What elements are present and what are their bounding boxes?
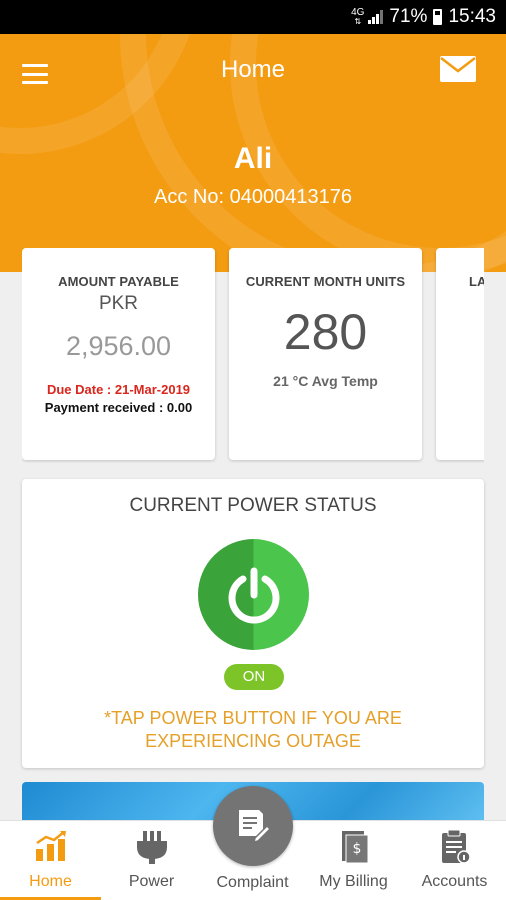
bill-icon: $ [338, 829, 370, 870]
nav-label: Complaint [216, 874, 289, 891]
power-button[interactable] [198, 539, 309, 650]
nav-label: Accounts [421, 873, 488, 890]
summary-cards-carousel[interactable]: AMOUNT PAYABLE PKR 2,956.00 Due Date : 2… [22, 248, 484, 463]
currency-label: PKR [98, 293, 139, 314]
svg-text:$: $ [352, 841, 361, 857]
current-month-units-card[interactable]: CURRENT MONTH UNITS 280 21 °C Avg Temp [229, 248, 422, 460]
amount-payable-card[interactable]: AMOUNT PAYABLE PKR 2,956.00 Due Date : 2… [22, 248, 215, 460]
battery-icon [433, 9, 443, 25]
card-title: CURRENT MONTH UNITS [245, 274, 406, 289]
outage-instruction: *TAP POWER BUTTON IF YOU ARE EXPERIENCIN… [104, 708, 402, 751]
account-number: Acc No: 04000413176 [154, 186, 352, 208]
power-state-badge: ON [224, 664, 284, 690]
nav-label: Home [29, 873, 72, 890]
clock: 15:43 [448, 6, 496, 27]
mail-icon[interactable] [440, 56, 476, 87]
power-status-card: CURRENT POWER STATUS ON *TAP POWER BUTTO… [22, 479, 484, 768]
power-icon [228, 567, 279, 624]
page-title: Home [220, 56, 286, 83]
nav-label: Power [128, 873, 175, 890]
network-type: 4G [351, 7, 365, 18]
bar-chart-icon [34, 829, 68, 868]
battery-percent: 71% [389, 6, 428, 27]
plug-icon [135, 829, 169, 870]
nav-home[interactable]: Home [0, 821, 101, 900]
payment-received: Payment received : 0.00 [44, 400, 193, 415]
signal-icon [368, 10, 384, 24]
nav-my-billing[interactable]: $ My Billing [303, 821, 404, 900]
accounts-clipboard-icon [438, 829, 472, 870]
status-bar: 4G ⇅ 71% 15:43 [0, 0, 506, 34]
partial-card[interactable]: LA [436, 248, 484, 460]
amount-value: 2,956.00 [65, 331, 172, 361]
card-title: AMOUNT PAYABLE [58, 274, 179, 289]
user-name: Ali [233, 142, 273, 175]
complaint-button[interactable] [213, 786, 293, 866]
card-title: LA [469, 274, 484, 289]
nav-label: My Billing [319, 873, 388, 890]
header: Home Ali Acc No: 04000413176 [0, 34, 506, 272]
nav-accounts[interactable]: Accounts [404, 821, 505, 900]
due-date: Due Date : 21-Mar-2019 [46, 382, 191, 397]
nav-power[interactable]: Power [101, 821, 202, 900]
power-status-title: CURRENT POWER STATUS [129, 495, 377, 516]
network-indicator: 4G ⇅ [351, 7, 365, 27]
units-value: 280 [283, 304, 368, 360]
complaint-edit-icon [239, 810, 272, 844]
avg-temperature: 21 °C Avg Temp [273, 373, 378, 389]
